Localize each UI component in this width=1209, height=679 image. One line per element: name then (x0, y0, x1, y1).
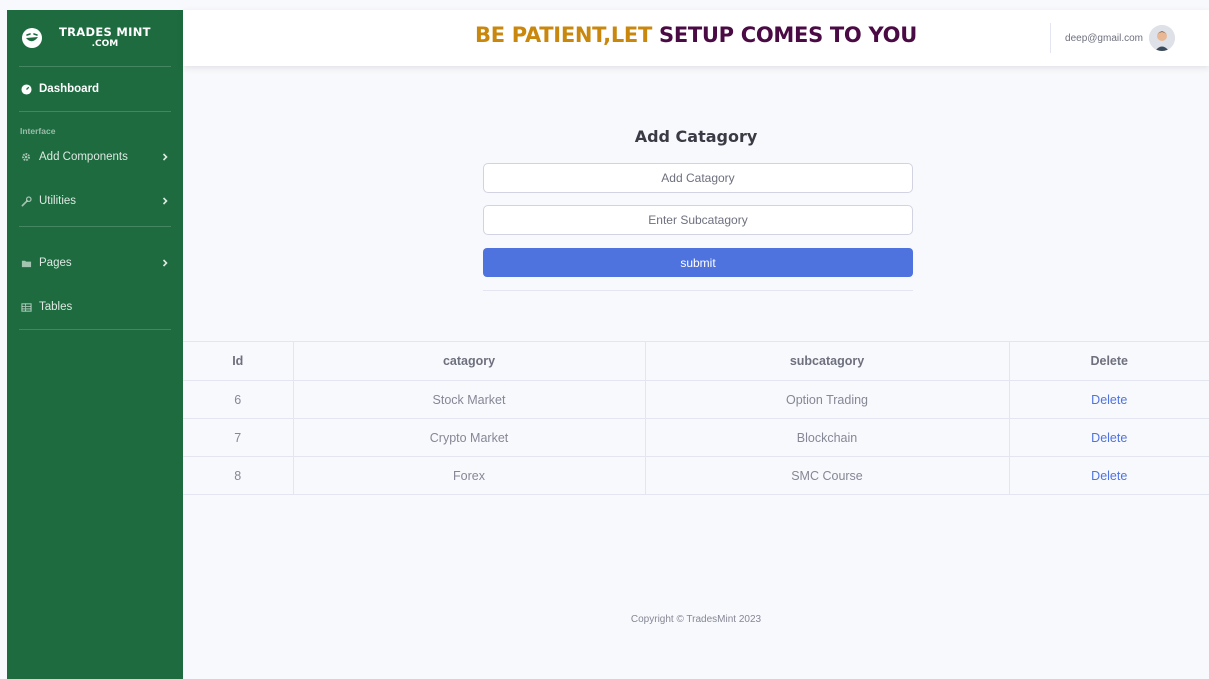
brand-link[interactable]: TRADES MINT .COM (7, 10, 183, 66)
cell-category: Crypto Market (292, 418, 646, 457)
delete-link[interactable]: Delete (1091, 393, 1127, 407)
slogan-part1: BE PATIENT,LET (475, 23, 660, 47)
sidebar-item-utilities[interactable]: Utilities (7, 176, 183, 226)
topbar-divider (1050, 23, 1052, 53)
sidebar-item-add-components[interactable]: Add Components (7, 138, 183, 176)
tachometer-icon (20, 83, 32, 95)
cell-action: Delete (1008, 418, 1209, 457)
brand-name: TRADES MINT .COM (59, 26, 151, 50)
user-email: deep@gmail.com (1065, 32, 1143, 44)
table-icon (20, 301, 32, 313)
cell-id: 6 (183, 380, 294, 419)
form-title: Add Catagory (634, 127, 758, 146)
wrench-icon (20, 195, 32, 207)
sidebar-heading: Interface (20, 126, 56, 136)
table-header-row: Id catagory subcatagory Delete (183, 341, 1209, 381)
form-divider (483, 290, 913, 291)
cell-category: Stock Market (292, 380, 646, 419)
table-row: 8 Forex SMC Course Delete (183, 456, 1209, 495)
column-header-id: Id (183, 341, 294, 381)
sidebar-item-label: Dashboard (39, 83, 100, 95)
cell-category: Forex (292, 456, 646, 495)
delete-link[interactable]: Delete (1091, 431, 1127, 445)
folder-icon (20, 257, 32, 269)
gear-icon (20, 151, 32, 163)
table-row: 6 Stock Market Option Trading Delete (183, 380, 1209, 419)
cell-subcategory: SMC Course (644, 456, 1010, 495)
sidebar-item-label: Pages (39, 257, 72, 269)
avatar (1149, 25, 1175, 51)
brand-line1: TRADES MINT (59, 25, 151, 39)
column-header-delete: Delete (1008, 341, 1209, 381)
category-table: Id catagory subcatagory Delete 6 Stock M… (183, 341, 1209, 495)
sidebar-item-tables[interactable]: Tables (7, 285, 183, 329)
sidebar-item-pages[interactable]: Pages (7, 241, 183, 285)
sidebar-item-label: Tables (39, 301, 73, 313)
sidebar-divider (19, 329, 171, 330)
cell-action: Delete (1008, 380, 1209, 419)
cell-id: 7 (183, 418, 294, 457)
brand-line2: .COM (91, 39, 119, 49)
footer-copyright: Copyright © TradesMint 2023 (630, 614, 762, 625)
sidebar: TRADES MINT .COM Dashboard Interface Add… (7, 10, 183, 679)
sidebar-item-label: Utilities (39, 195, 77, 207)
topbar: BE PATIENT,LET SETUP COMES TO YOU deep@g… (183, 10, 1209, 66)
sidebar-item-dashboard[interactable]: Dashboard (7, 67, 183, 111)
submit-button[interactable]: submit (483, 248, 913, 277)
laughing-face-icon (22, 28, 42, 48)
column-header-subcategory: subcatagory (644, 341, 1010, 381)
cell-action: Delete (1008, 456, 1209, 495)
chevron-right-icon (162, 259, 168, 267)
sidebar-item-label: Add Components (39, 151, 128, 163)
user-dropdown[interactable]: deep@gmail.com (1050, 10, 1209, 66)
chevron-right-icon (162, 197, 168, 205)
chevron-right-icon (162, 153, 168, 161)
column-header-category: catagory (292, 341, 646, 381)
cell-subcategory: Blockchain (644, 418, 1010, 457)
sidebar-divider (19, 226, 171, 227)
cell-subcategory: Option Trading (644, 380, 1010, 419)
table-row: 7 Crypto Market Blockchain Delete (183, 418, 1209, 457)
category-input[interactable] (483, 163, 913, 193)
subcategory-input[interactable] (483, 205, 913, 235)
delete-link[interactable]: Delete (1091, 469, 1127, 483)
cell-id: 8 (183, 456, 294, 495)
slogan-part2: SETUP COMES TO YOU (659, 23, 917, 47)
